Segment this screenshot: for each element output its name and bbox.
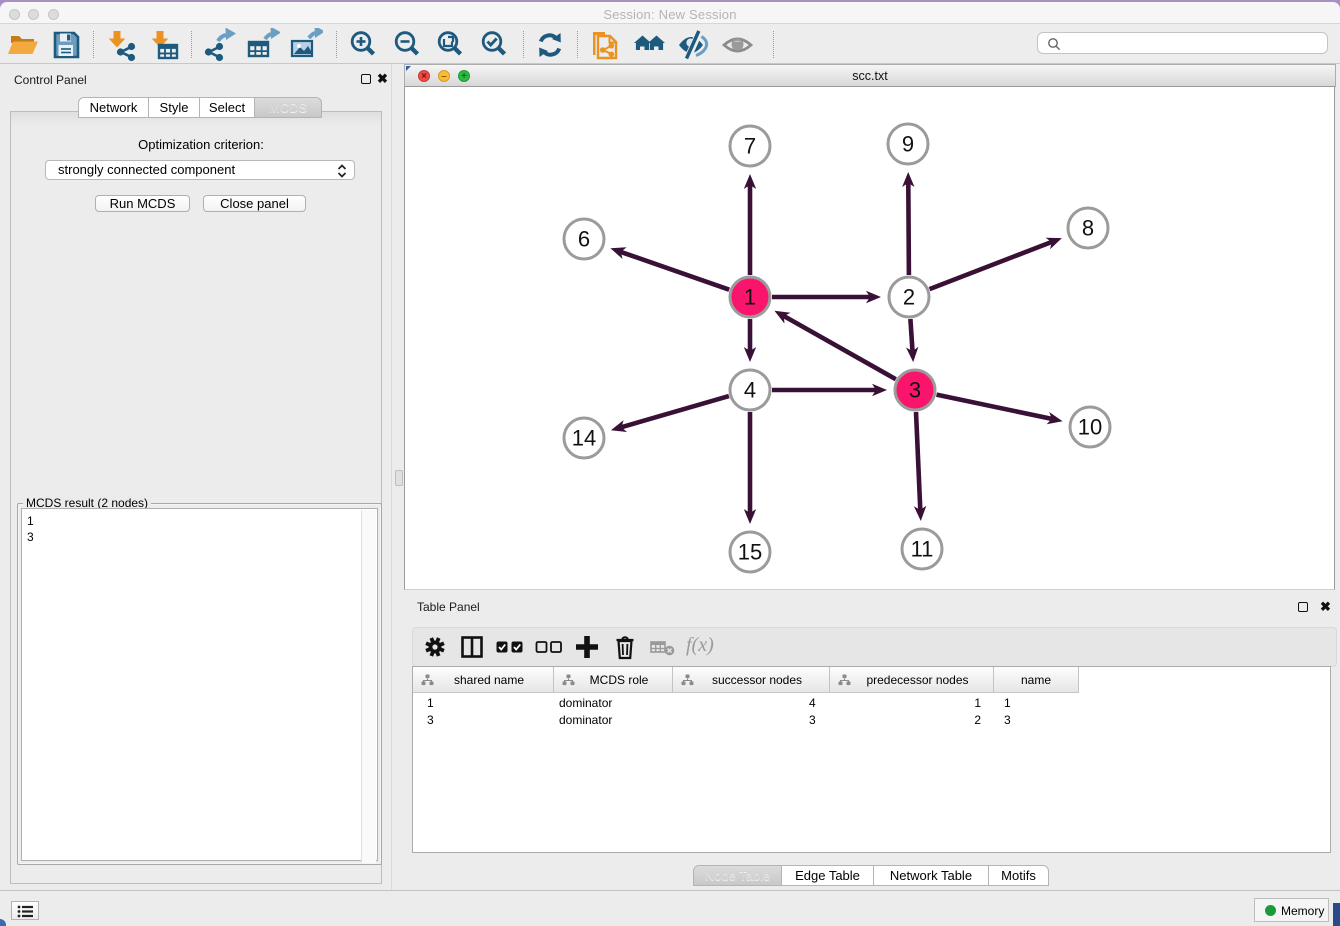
svg-text:11: 11	[911, 537, 934, 562]
svg-text:6: 6	[578, 227, 590, 252]
svg-text:9: 9	[902, 132, 914, 157]
svg-text:15: 15	[738, 540, 762, 565]
svg-text:3: 3	[909, 378, 921, 403]
svg-text:2: 2	[903, 285, 915, 310]
svg-text:4: 4	[744, 378, 756, 403]
svg-text:14: 14	[572, 426, 596, 451]
svg-text:1: 1	[744, 285, 756, 310]
svg-text:8: 8	[1082, 216, 1094, 241]
svg-text:10: 10	[1078, 415, 1102, 440]
svg-text:7: 7	[744, 134, 756, 159]
